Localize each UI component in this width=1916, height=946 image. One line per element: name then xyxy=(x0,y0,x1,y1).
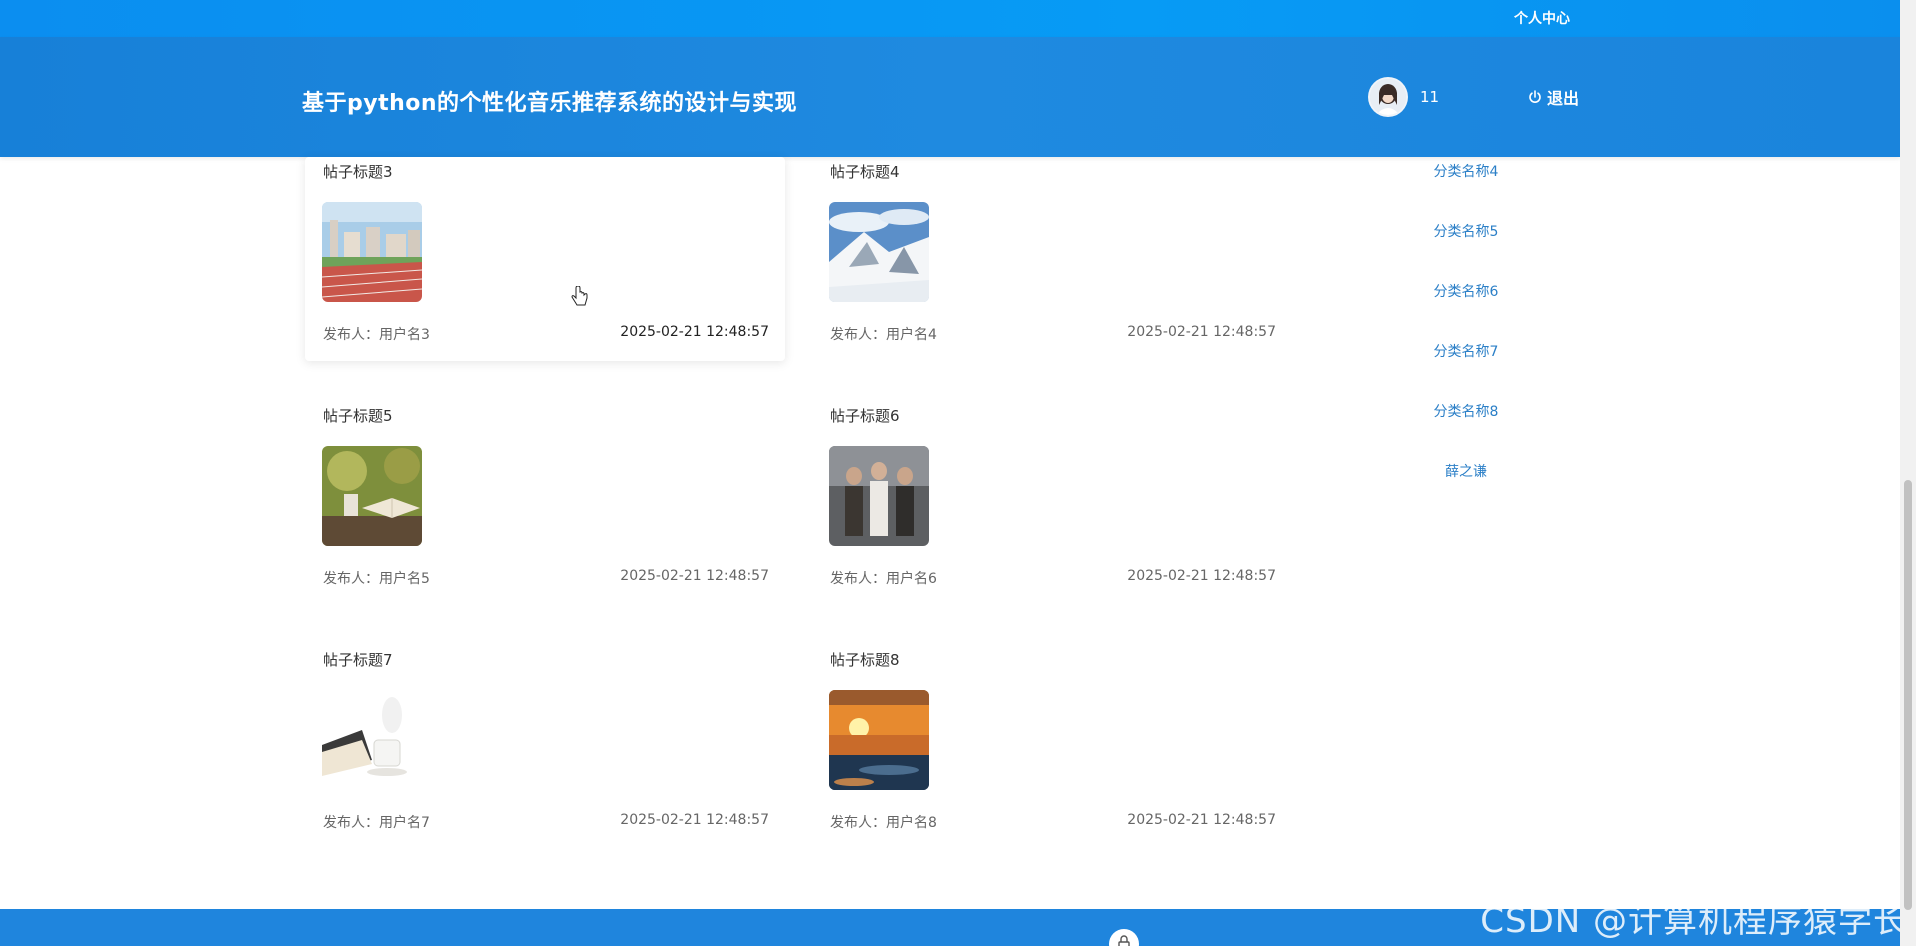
post-time: 2025-02-21 12:48:57 xyxy=(620,324,769,340)
post-image[interactable] xyxy=(829,446,929,546)
avatar[interactable] xyxy=(1368,77,1408,117)
post-author: 发布人：用户名7 xyxy=(323,815,430,831)
post-time: 2025-02-21 12:48:57 xyxy=(1127,812,1276,828)
post-card[interactable]: 帖子标题7 发布人：用户名7 2025-02-21 12:48:57 xyxy=(305,645,785,845)
post-time: 2025-02-21 12:48:57 xyxy=(1127,324,1276,340)
page: 个人中心 基于python的个性化音乐推荐系统的设计与实现 11 退出 帖子标题… xyxy=(0,0,1916,946)
post-card[interactable]: 帖子标题4 发布人：用户名4 2025-02-21 12:48:57 xyxy=(812,157,1292,357)
post-title[interactable]: 帖子标题4 xyxy=(830,161,900,182)
power-icon xyxy=(1528,90,1542,104)
username[interactable]: 11 xyxy=(1420,88,1439,106)
personal-center-link[interactable]: 个人中心 xyxy=(1514,8,1570,28)
scrollbar-thumb[interactable] xyxy=(1904,480,1912,910)
post-image[interactable] xyxy=(322,690,422,790)
avatar-image xyxy=(1370,79,1406,115)
category-link[interactable]: 薛之谦 xyxy=(1406,461,1526,481)
post-time: 2025-02-21 12:48:57 xyxy=(1127,568,1276,584)
category-link[interactable]: 分类名称7 xyxy=(1406,341,1526,361)
post-title[interactable]: 帖子标题3 xyxy=(323,161,393,182)
post-title[interactable]: 帖子标题6 xyxy=(830,405,900,426)
post-card[interactable]: 帖子标题5 发布人：用户名5 2025-02-21 12:48:57 xyxy=(305,401,785,601)
post-time: 2025-02-21 12:48:57 xyxy=(620,812,769,828)
site-title: 基于python的个性化音乐推荐系统的设计与实现 xyxy=(302,91,798,116)
post-author: 发布人：用户名8 xyxy=(830,815,937,831)
category-link[interactable]: 分类名称4 xyxy=(1406,161,1526,181)
post-time: 2025-02-21 12:48:57 xyxy=(620,568,769,584)
post-image[interactable] xyxy=(322,202,422,302)
post-author: 发布人：用户名5 xyxy=(323,571,430,587)
scrollbar[interactable] xyxy=(1900,0,1916,946)
category-link[interactable]: 分类名称5 xyxy=(1406,221,1526,241)
watermark: CSDN @计算机程序猿学长 xyxy=(1480,901,1908,941)
post-card[interactable]: 帖子标题6 发布人：用户名6 2025-02-21 12:48:57 xyxy=(812,401,1292,601)
top-bar: 个人中心 xyxy=(0,0,1900,37)
post-title[interactable]: 帖子标题5 xyxy=(323,405,393,426)
header: 基于python的个性化音乐推荐系统的设计与实现 11 退出 xyxy=(0,37,1900,157)
post-card[interactable]: 帖子标题3 发布人：用户名3 2025-02-21 12:48:57 xyxy=(305,157,785,361)
post-image[interactable] xyxy=(829,202,929,302)
post-title[interactable]: 帖子标题8 xyxy=(830,649,900,670)
post-image[interactable] xyxy=(829,690,929,790)
logout-label: 退出 xyxy=(1547,89,1580,108)
post-author: 发布人：用户名4 xyxy=(830,327,937,343)
post-list: 帖子标题3 发布人：用户名3 2025-02-21 12:48:57 帖子标题4… xyxy=(0,157,1900,909)
post-author: 发布人：用户名6 xyxy=(830,571,937,587)
lock-icon xyxy=(1118,935,1130,946)
post-image[interactable] xyxy=(322,446,422,546)
logout-button[interactable]: 退出 xyxy=(1528,85,1579,109)
category-link[interactable]: 分类名称8 xyxy=(1406,401,1526,421)
post-author: 发布人：用户名3 xyxy=(323,327,430,343)
hand-cursor-icon xyxy=(570,285,590,314)
post-card[interactable]: 帖子标题8 发布人：用户名8 2025-02-21 12:48:57 xyxy=(812,645,1292,845)
back-to-top-button[interactable] xyxy=(1109,929,1139,946)
category-link[interactable]: 分类名称6 xyxy=(1406,281,1526,301)
post-title[interactable]: 帖子标题7 xyxy=(323,649,393,670)
